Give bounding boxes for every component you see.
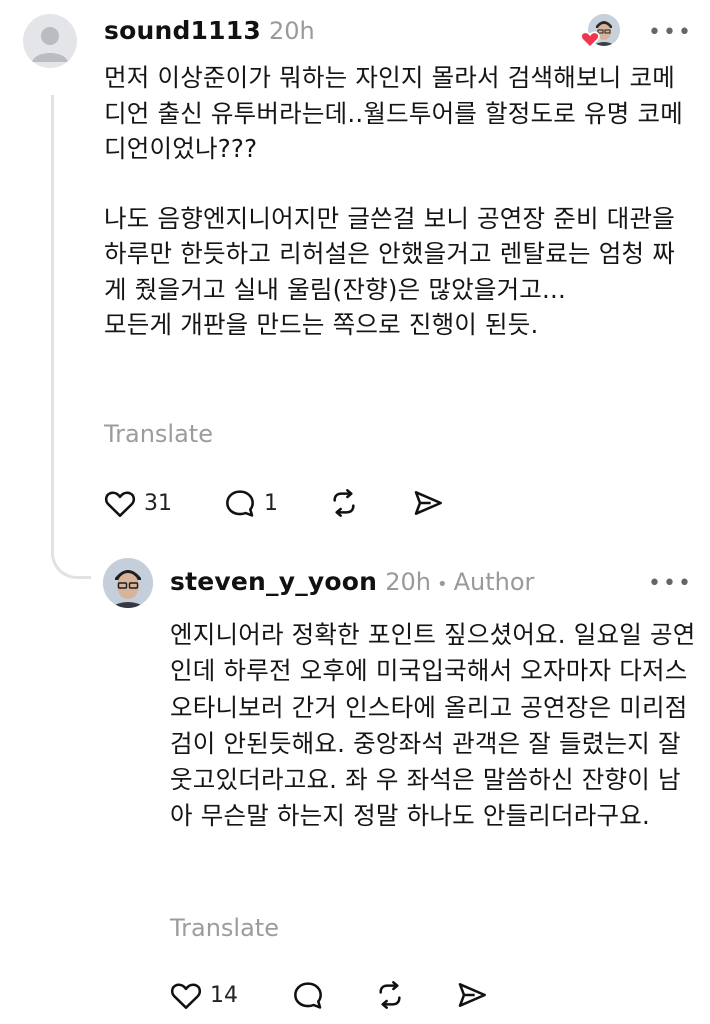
repost-icon — [379, 981, 401, 1009]
commenter-avatar[interactable] — [23, 14, 77, 68]
reply-repost-button[interactable] — [374, 980, 406, 1010]
reply-time: 20h — [385, 568, 431, 596]
comment-translate-link[interactable]: Translate — [104, 420, 213, 448]
reply-paragraph: 엔지니어라 정확한 포인트 짚으셨어요. 일요일 공연인데 하루전 오후에 미국… — [170, 620, 696, 831]
reply-header: steven_y_yoon 20h • Author — [170, 567, 534, 596]
share-icon — [458, 983, 486, 1007]
repost-icon — [333, 489, 355, 517]
comment-icon — [226, 490, 254, 517]
author-badge: Author — [453, 568, 535, 596]
comment-time: 20h — [268, 17, 315, 45]
comment-header: sound1113 20h — [104, 16, 315, 45]
comment-like-button[interactable]: 31 — [104, 488, 172, 518]
reply-share-button[interactable] — [456, 980, 488, 1010]
comment-reply-button[interactable]: 1 — [224, 488, 278, 518]
person-photo-icon — [103, 558, 153, 608]
reply-more-button[interactable]: ••• — [648, 571, 693, 596]
comment-body: 먼저 이상준이가 뭐하는 자인지 몰라서 검색해보니 코메디언 출신 유투버라는… — [104, 60, 694, 343]
heart-icon — [170, 983, 202, 1009]
comment-repost-button[interactable] — [328, 488, 360, 518]
comment-share-button[interactable] — [412, 488, 444, 518]
comment-icon — [294, 982, 322, 1009]
comment-paragraph: 먼저 이상준이가 뭐하는 자인지 몰라서 검색해보니 코메디언 출신 유투버라는… — [104, 63, 683, 163]
comment-paragraph: 나도 음향엔지니어지만 글쓴걸 보니 공연장 준비 대관을 하루만 한듯하고 리… — [104, 203, 675, 340]
reply-like-button[interactable]: 14 — [170, 980, 238, 1010]
comment-more-button[interactable]: ••• — [648, 20, 693, 45]
reply-avatar[interactable] — [103, 558, 153, 608]
reply-translate-link[interactable]: Translate — [170, 914, 279, 942]
reply-reply-button[interactable] — [292, 980, 324, 1010]
comment-reply-count: 1 — [264, 490, 278, 516]
heart-badge-icon — [580, 31, 600, 48]
comment-like-count: 31 — [144, 490, 172, 516]
share-icon — [414, 491, 442, 515]
thread-connector — [51, 535, 91, 579]
reply-username[interactable]: steven_y_yoon — [170, 567, 377, 596]
comment-username[interactable]: sound1113 — [104, 16, 261, 45]
heart-icon — [104, 491, 136, 517]
reply-like-count: 14 — [210, 982, 238, 1008]
author-liked-indicator — [580, 14, 622, 48]
reply-body: 엔지니어라 정확한 포인트 짚으셨어요. 일요일 공연인데 하루전 오후에 미국… — [170, 617, 698, 835]
separator-dot: • — [436, 574, 448, 595]
thread-line — [51, 95, 54, 555]
default-avatar-icon — [32, 27, 68, 62]
